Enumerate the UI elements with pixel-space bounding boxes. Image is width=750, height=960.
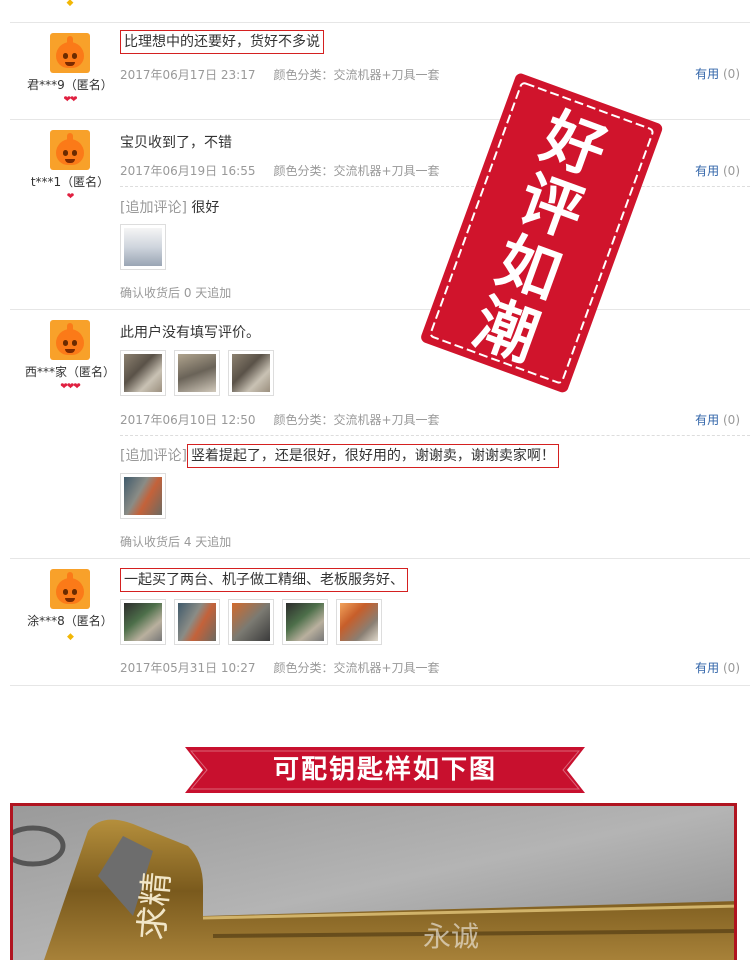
useful-button[interactable]: 有用 (0)	[695, 65, 740, 82]
review-meta: 2017年06月17日 23:17 颜色分类：交流机器+刀具一套	[120, 66, 440, 83]
user-level-badge: ❤❤❤	[60, 382, 81, 392]
review-sku: 颜色分类：交流机器+刀具一套	[273, 661, 440, 675]
user-avatar[interactable]	[50, 33, 90, 73]
useful-count: (0)	[723, 413, 740, 427]
append-text: 竖着提起了，还是很好，很好用的，谢谢卖，谢谢卖家啊！	[186, 444, 559, 468]
review-photos	[120, 224, 166, 270]
review-photo[interactable]	[174, 599, 220, 645]
review-photo[interactable]	[120, 473, 166, 519]
append-confirm-note: 确认收货后 0 天追加	[120, 286, 232, 300]
review-item: 西***家（匿名） ❤❤❤ 此用户没有填写评价。 2017年06月10日 12:…	[10, 310, 750, 559]
useful-label: 有用	[695, 661, 720, 675]
useful-button[interactable]: 有用 (0)	[695, 411, 740, 428]
useful-count: (0)	[723, 661, 740, 675]
review-meta: 2017年06月19日 16:55 颜色分类：交流机器+刀具一套	[120, 162, 440, 179]
user-name: 西***家（匿名）	[24, 365, 115, 379]
review-sku: 颜色分类：交流机器+刀具一套	[273, 68, 440, 82]
append-review: [追加评论] 很好	[120, 197, 219, 217]
review-photos	[120, 473, 166, 519]
user-level-badge: ◆	[67, 632, 74, 642]
append-text: 很好	[191, 200, 220, 216]
review-text: 此用户没有填写评价。	[120, 325, 260, 341]
user-level-badge: ❤	[66, 192, 75, 202]
review-item: 涂***8（匿名） ◆ 一起买了两台、机子做工精细、老板服务好、 2017年05…	[10, 559, 750, 686]
append-divider	[120, 435, 750, 436]
review-text: 一起买了两台、机子做工精细、老板服务好、	[120, 568, 408, 592]
review-photo[interactable]	[174, 350, 220, 396]
review-sku: 颜色分类：交流机器+刀具一套	[273, 164, 440, 178]
key-engraving: 求精	[132, 871, 178, 942]
useful-label: 有用	[695, 67, 720, 81]
append-tag: [追加评论]	[120, 200, 187, 216]
user-avatar[interactable]	[50, 320, 90, 360]
review-photo[interactable]	[336, 599, 382, 645]
review-text: 比理想中的还要好，货好不多说	[120, 30, 324, 54]
review-date: 2017年06月19日 16:55	[120, 164, 256, 178]
review-sku: 颜色分类：交流机器+刀具一套	[273, 413, 440, 427]
review-text-highlight: 一起买了两台、机子做工精细、老板服务好、	[120, 568, 408, 592]
review-photo[interactable]	[228, 350, 274, 396]
review-photo[interactable]	[120, 224, 166, 270]
key-illustration: 求精 永诚	[13, 806, 734, 960]
key-sample-photo[interactable]: 求精 永诚	[10, 803, 737, 960]
user-avatar[interactable]	[50, 569, 90, 609]
review-photos	[120, 350, 274, 396]
useful-label: 有用	[695, 413, 720, 427]
review-date: 2017年06月17日 23:17	[120, 68, 256, 82]
review-photo[interactable]	[120, 350, 166, 396]
review-text: 宝贝收到了，不错	[120, 135, 232, 151]
review-meta: 2017年05月31日 10:27 颜色分类：交流机器+刀具一套	[120, 659, 440, 676]
review-date: 2017年05月31日 10:27	[120, 661, 256, 675]
useful-label: 有用	[695, 164, 720, 178]
review-meta: 2017年06月10日 12:50 颜色分类：交流机器+刀具一套	[120, 411, 440, 428]
useful-count: (0)	[723, 164, 740, 178]
user-level-badge: ❤❤	[63, 95, 77, 105]
append-review: [追加评论] 竖着提起了，还是很好，很好用的，谢谢卖，谢谢卖家啊！	[120, 444, 559, 468]
useful-button[interactable]: 有用 (0)	[695, 162, 740, 179]
review-photo[interactable]	[282, 599, 328, 645]
useful-button[interactable]: 有用 (0)	[695, 659, 740, 676]
user-name: 涂***8（匿名）	[27, 614, 113, 628]
review-photos	[120, 599, 382, 645]
banner-title: 可配钥匙样如下图	[272, 755, 497, 785]
review-photo[interactable]	[228, 599, 274, 645]
append-confirm-note: 确认收货后 4 天追加	[120, 535, 232, 549]
review-text-highlight: 比理想中的还要好，货好不多说	[120, 30, 324, 54]
review-photo[interactable]	[120, 599, 166, 645]
user-avatar[interactable]	[50, 130, 90, 170]
review-date: 2017年06月10日 12:50	[120, 413, 256, 427]
user-name: 君***9（匿名）	[27, 78, 113, 92]
user-name: t***1（匿名）	[30, 175, 110, 189]
prev-review-badge: ◆	[66, 0, 74, 8]
useful-count: (0)	[723, 67, 740, 81]
append-tag: [追加评论]	[120, 448, 187, 464]
photo-watermark: 永诚	[423, 920, 479, 953]
